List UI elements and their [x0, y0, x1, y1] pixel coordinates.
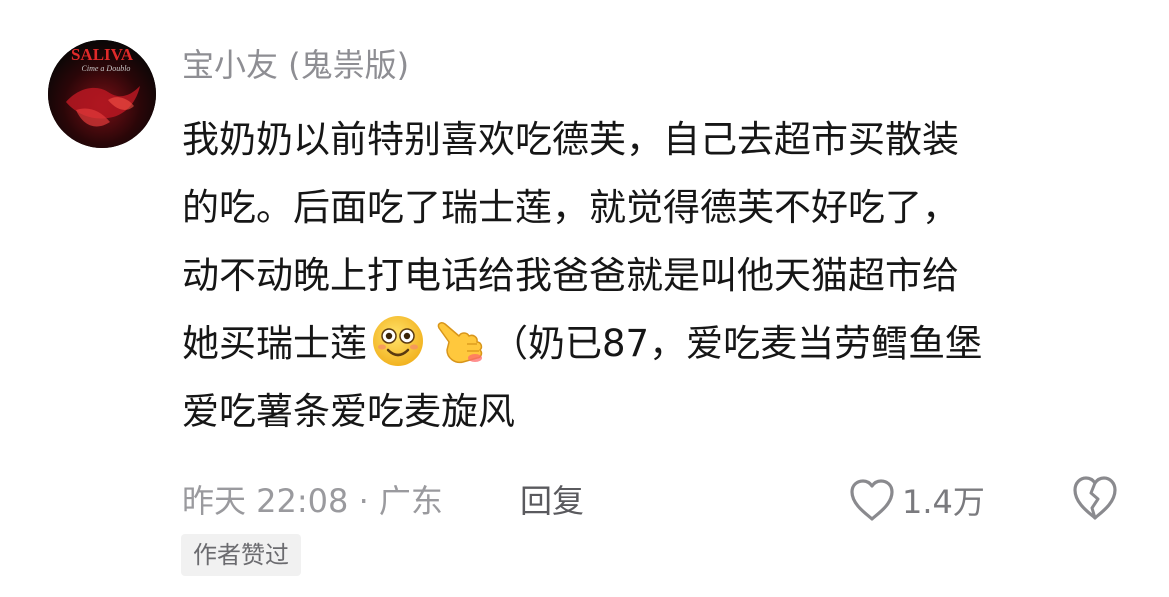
- content-line: 我奶奶以前特别喜欢吃德芙，自己去超市买散装: [182, 118, 959, 161]
- avatar-logo-text: SALIVA: [71, 45, 134, 64]
- broken-heart-icon: [1073, 476, 1117, 520]
- comment-content: 我奶奶以前特别喜欢吃德芙，自己去超市买散装 的吃。后面吃了瑞士莲，就觉得德芙不好…: [182, 106, 1122, 446]
- heart-outline-icon: [850, 479, 894, 521]
- avatar-subtitle-text: Cime a Doublo: [82, 64, 131, 73]
- author-liked-badge: 作者赞过: [181, 534, 301, 576]
- content-text: 她买瑞士莲: [182, 322, 367, 365]
- content-text: （奶已87，爱吃麦当劳鳕鱼堡: [491, 322, 983, 365]
- avatar-image: SALIVA Cime a Doublo: [48, 40, 156, 148]
- content-line: 动不动晚上打电话给我爸爸就是叫他天猫超市给: [182, 254, 959, 297]
- avatar[interactable]: SALIVA Cime a Doublo: [48, 40, 156, 148]
- content-line: 她买瑞士莲 （奶已87，爱吃麦当劳鳕鱼堡: [182, 310, 1122, 378]
- smiling-face-emoji: [373, 316, 423, 366]
- comment-item: SALIVA Cime a Doublo 宝小友 (鬼祟版) 我奶奶以前特别喜欢…: [0, 0, 1169, 597]
- comment-meta: 昨天 22:08 · 广东: [182, 482, 443, 520]
- like-count: 1.4万: [902, 483, 985, 521]
- dislike-button[interactable]: [1070, 474, 1120, 526]
- username[interactable]: 宝小友 (鬼祟版): [182, 42, 409, 88]
- pointing-hand-emoji: [437, 322, 483, 364]
- like-button[interactable]: 1.4万: [848, 472, 985, 528]
- content-line: 的吃。后面吃了瑞士莲，就觉得德芙不好吃了，: [182, 186, 959, 229]
- reply-button[interactable]: 回复: [520, 476, 584, 526]
- content-line: 爱吃薯条爱吃麦旋风: [182, 390, 515, 433]
